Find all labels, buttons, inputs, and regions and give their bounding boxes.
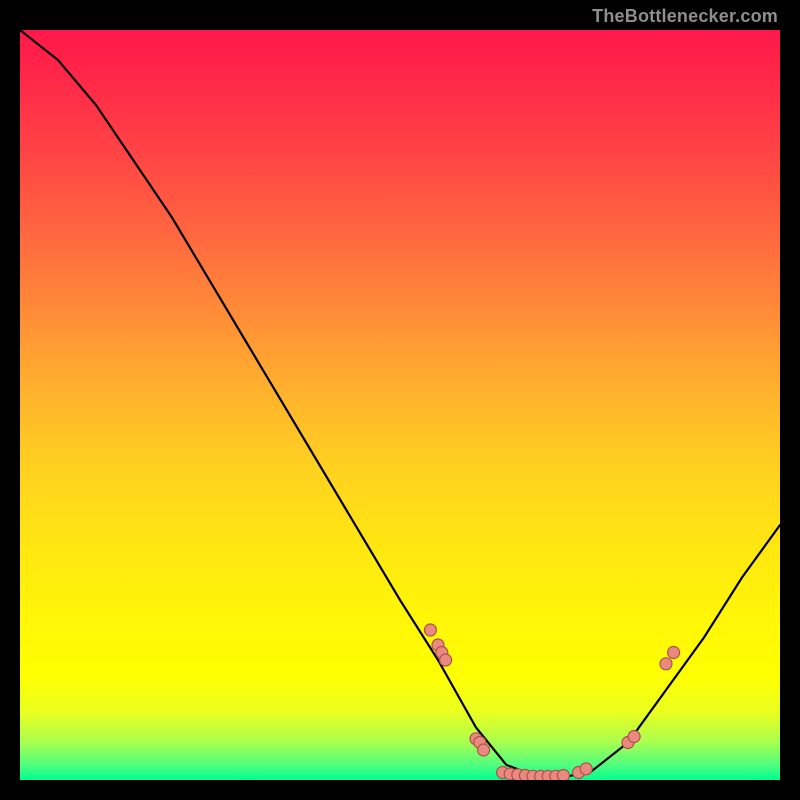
data-marker: [424, 624, 436, 636]
chart-svg: [20, 30, 780, 780]
plot-area: [20, 30, 780, 780]
data-marker: [557, 770, 569, 781]
data-marker: [660, 658, 672, 670]
data-marker: [478, 744, 490, 756]
data-marker: [580, 763, 592, 775]
data-marker: [628, 731, 640, 743]
attribution-label: TheBottlenecker.com: [592, 6, 778, 27]
data-marker: [668, 647, 680, 659]
chart-container: TheBottlenecker.com: [0, 0, 800, 800]
data-marker: [440, 654, 452, 666]
